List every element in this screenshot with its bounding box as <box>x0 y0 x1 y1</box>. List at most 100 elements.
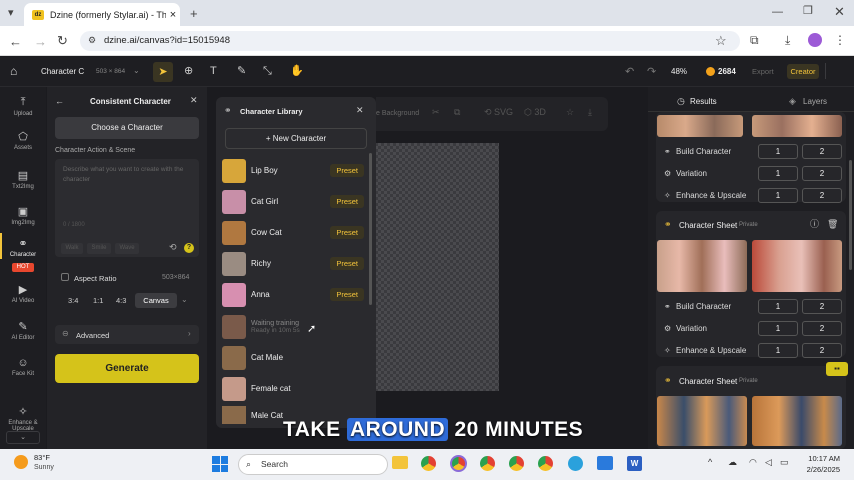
minimize-icon[interactable]: — <box>772 7 783 18</box>
character-item[interactable]: Cat Girl Preset <box>222 188 368 215</box>
download-tool-icon[interactable]: ⤓ <box>588 108 592 117</box>
nav-item-txt2img[interactable]: ▤ Txt2Img <box>0 169 46 190</box>
bookmark-icon[interactable]: ☆ <box>715 34 727 47</box>
draw-tool-icon[interactable]: ✎ <box>237 66 246 77</box>
toolbar-icon-1[interactable]: ✂ <box>432 108 440 117</box>
help-icon[interactable]: ? <box>184 243 194 253</box>
download-icon[interactable]: ⤓ <box>785 34 790 46</box>
tab-layers[interactable]: Layers <box>803 97 827 106</box>
file-explorer-icon[interactable] <box>392 456 408 469</box>
character-item[interactable]: Waiting training Ready in 10m 5s <box>222 313 368 340</box>
sheet-thumb-2[interactable] <box>752 240 842 292</box>
toolbar-icon-4[interactable]: ⬡ 3D <box>524 108 546 117</box>
character-item[interactable]: Cow Cat Preset <box>222 219 368 246</box>
weather-sun-icon[interactable] <box>14 455 28 469</box>
nav-item-character[interactable]: ⚭ Character <box>0 237 46 258</box>
reload-icon[interactable]: ↻ <box>57 34 68 47</box>
generate-button[interactable]: Generate <box>55 354 199 383</box>
screen-recorder-icon[interactable] <box>597 456 613 470</box>
chrome-icon-4[interactable] <box>509 456 524 471</box>
nav-item-ai-video[interactable]: ▶ AI Video <box>0 283 46 304</box>
weather-text[interactable]: Sunny <box>34 464 54 471</box>
url-field[interactable]: dzine.ai/canvas?id=15015948 <box>80 31 740 51</box>
expand-tool-icon[interactable]: ⤡ <box>263 66 272 77</box>
chrome-icon-5[interactable] <box>538 456 553 471</box>
site-info-icon[interactable]: ⚙ <box>88 36 96 45</box>
zoom-level[interactable]: 48% <box>671 67 687 76</box>
character-item[interactable]: Anna Preset <box>222 281 368 308</box>
count-1-button[interactable]: 1 <box>758 143 798 159</box>
count-1-button[interactable]: 1 <box>758 320 798 336</box>
ratio-chevron-icon[interactable]: ⌄ <box>181 296 188 304</box>
close-tab-icon[interactable]: × <box>166 9 180 21</box>
project-name[interactable]: Character C <box>41 67 84 76</box>
upload-tool-icon[interactable]: ⊕ <box>184 66 193 77</box>
chrome-icon-2[interactable] <box>450 455 467 472</box>
weather-temp[interactable]: 83°F <box>34 453 50 462</box>
canvas-transparent-area[interactable] <box>375 143 499 391</box>
close-window-icon[interactable]: ✕ <box>834 5 845 18</box>
count-2-button[interactable]: 2 <box>802 320 842 336</box>
new-tab-icon[interactable]: + <box>190 7 198 20</box>
ratio-canvas[interactable]: Canvas <box>135 293 177 308</box>
telegram-icon[interactable] <box>568 456 583 471</box>
back-icon[interactable]: ← <box>9 35 22 48</box>
right-scrollbar[interactable] <box>849 160 852 270</box>
maximize-icon[interactable]: ❐ <box>803 6 813 17</box>
nav-item-ai-editor[interactable]: ✎ AI Editor <box>0 320 46 341</box>
onedrive-icon[interactable]: ☁ <box>728 458 737 467</box>
nav-collapse-icon[interactable]: ⌄ <box>6 431 40 444</box>
toolbar-icon-3[interactable]: ⟲ SVG <box>484 108 513 117</box>
redo-icon[interactable]: ↷ <box>647 67 656 78</box>
count-2-button[interactable]: 2 <box>802 298 842 314</box>
windows-start-icon[interactable] <box>212 456 228 472</box>
ratio-3-4[interactable]: 3:4 <box>68 296 78 305</box>
tab-results[interactable]: Results <box>690 97 717 106</box>
chip-smile[interactable]: Smile <box>87 243 111 254</box>
nav-item-enhance-upscale[interactable]: ✧ Enhance & Upscale <box>0 405 46 432</box>
info-icon[interactable]: ⓘ <box>810 220 819 229</box>
favorite-icon[interactable]: ☆ <box>566 108 574 117</box>
trash-icon[interactable]: 🗑 <box>827 220 838 229</box>
nav-item-face-kit[interactable]: ☺ Face Kit <box>0 357 46 377</box>
back-arrow-icon[interactable]: ← <box>55 97 64 106</box>
browser-menu-icon[interactable]: ⋮ <box>834 34 846 46</box>
remove-bg-tool[interactable]: e Background <box>376 110 419 117</box>
clock-time[interactable]: 10:17 AM <box>800 454 840 463</box>
wifi-icon[interactable]: ◠ <box>749 458 757 467</box>
creator-button[interactable]: Creator <box>787 64 819 79</box>
character-item[interactable]: Richy Preset <box>222 250 368 277</box>
library-close-icon[interactable]: ✕ <box>356 106 364 115</box>
nav-item-upload[interactable]: ⤒ Upload <box>0 96 46 117</box>
sheet2-thumb-1[interactable] <box>657 396 747 446</box>
choose-character-button[interactable]: Choose a Character <box>55 117 199 139</box>
result-thumb-1[interactable] <box>657 115 743 137</box>
sheet2-thumb-2[interactable] <box>752 396 842 446</box>
battery-icon[interactable]: ▭ <box>780 458 789 467</box>
profile-avatar[interactable] <box>808 33 822 47</box>
new-character-button[interactable]: + New Character <box>225 128 367 149</box>
count-1-button[interactable]: 1 <box>758 165 798 181</box>
export-button[interactable]: Export <box>752 67 774 76</box>
chip-walk[interactable]: Walk <box>61 243 83 254</box>
library-scrollbar[interactable] <box>369 153 372 305</box>
taskbar-search[interactable]: ⌕ Search <box>238 454 388 475</box>
chevron-down-icon[interactable]: ⌄ <box>133 67 140 75</box>
forward-icon[interactable]: → <box>34 35 47 48</box>
chrome-icon-3[interactable] <box>480 456 495 471</box>
extensions-icon[interactable]: ⧉ <box>750 34 759 46</box>
tab-search-icon[interactable]: ▾ <box>8 8 14 19</box>
character-item[interactable]: Lip Boy Preset <box>222 157 368 184</box>
refresh-icon[interactable]: ⟲ <box>169 243 177 252</box>
count-2-button[interactable]: 2 <box>802 187 842 203</box>
chrome-icon-1[interactable] <box>421 456 436 471</box>
home-icon[interactable]: ⌂ <box>10 65 17 77</box>
hand-tool-icon[interactable]: ✋ <box>290 66 304 77</box>
browser-tab[interactable]: dz Dzine (formerly Stylar.ai) - The × <box>24 3 180 26</box>
count-1-button[interactable]: 1 <box>758 187 798 203</box>
result-thumb-2[interactable] <box>752 115 842 137</box>
ratio-4-3[interactable]: 4:3 <box>116 296 126 305</box>
chip-wave[interactable]: Wave <box>115 243 139 254</box>
select-tool-icon[interactable]: ➤ <box>153 62 173 82</box>
count-2-button[interactable]: 2 <box>802 342 842 358</box>
